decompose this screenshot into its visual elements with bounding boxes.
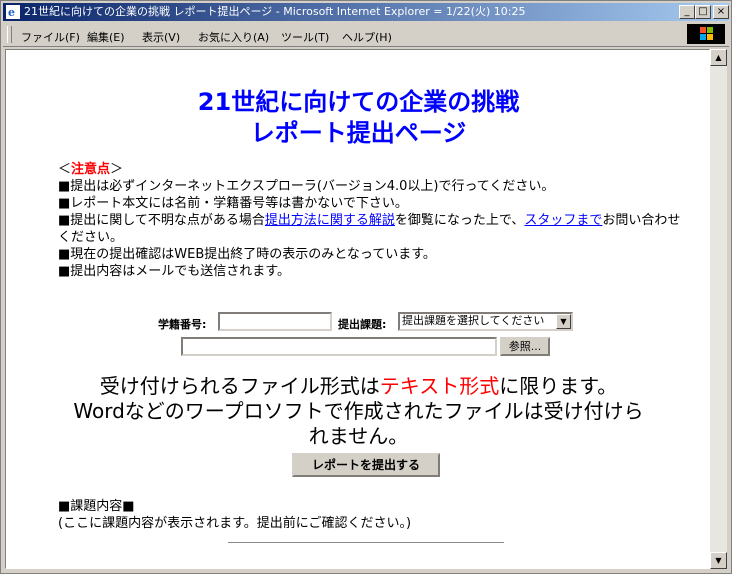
minimize-button[interactable]: _	[679, 5, 695, 19]
minimize-icon: _	[684, 6, 690, 17]
maximize-icon: □	[698, 6, 708, 17]
format-notice-line2: Wordなどのワープロソフトで作成されたファイルは受け付けら	[73, 399, 644, 423]
student-id-label: 学籍番号:	[158, 318, 207, 331]
notice-title-text: 注意点	[71, 162, 111, 177]
menu-tools[interactable]: ツール(T)	[281, 29, 329, 45]
notice-title: ＜注意点＞	[58, 162, 124, 177]
close-button[interactable]: ×	[713, 5, 729, 19]
window-title: 21世紀に向けての企業の挑戦 レポート提出ページ - Microsoft Int…	[24, 5, 526, 18]
notice-line-1: ■提出は必ずインターネットエクスプローラ(バージョン4.0以上)で行ってください…	[58, 179, 555, 194]
menu-help[interactable]: ヘルプ(H)	[342, 29, 392, 45]
file-path-input[interactable]	[181, 337, 497, 356]
assignment-content-text: (ここに課題内容が表示されます。提出前にご確認ください。)	[58, 516, 412, 531]
arrow-up-icon: ▲	[715, 53, 722, 62]
staff-contact-link[interactable]: スタッフまで	[524, 213, 602, 228]
notice-block: ＜注意点＞ ■提出は必ずインターネットエクスプローラ(バージョン4.0以上)で行…	[58, 161, 688, 280]
scroll-down-button[interactable]: ▼	[710, 552, 727, 569]
menu-file[interactable]: ファイル(F)	[21, 29, 80, 45]
format-notice-line1: 受け付けられるファイル形式はテキスト形式に限ります。	[99, 374, 618, 398]
browser-window: e 21世紀に向けての企業の挑戦 レポート提出ページ - Microsoft I…	[0, 0, 732, 574]
menu-favorites[interactable]: お気に入り(A)	[198, 29, 269, 45]
toolbar-grip[interactable]	[7, 26, 12, 43]
internet-explorer-icon: e	[6, 5, 20, 19]
windows-logo-icon	[687, 24, 725, 44]
assignment-label: 提出課題:	[338, 318, 387, 331]
assignment-select-value: 提出課題を選択してください	[402, 314, 545, 327]
maximize-button[interactable]: □	[695, 5, 711, 19]
page-content: 21世紀に向けての企業の挑戦 レポート提出ページ ＜注意点＞ ■提出は必ずインタ…	[5, 49, 710, 569]
vertical-scrollbar[interactable]: ▲ ▼	[710, 49, 727, 569]
format-highlight: テキスト形式	[379, 374, 500, 398]
menu-bar: ファイル(F) 編集(E) 表示(V) お気に入り(A) ツール(T) ヘルプ(…	[3, 23, 729, 47]
student-id-input[interactable]	[218, 312, 332, 331]
page-heading-line2: レポート提出ページ	[250, 119, 467, 147]
arrow-down-icon: ▼	[715, 556, 722, 565]
page-heading-line1: 21世紀に向けての企業の挑戦	[197, 88, 520, 116]
chevron-down-icon[interactable]: ▼	[556, 314, 571, 329]
notice-line-4: ■現在の提出確認はWEB提出終了時の表示のみとなっています。	[58, 247, 436, 262]
scroll-up-button[interactable]: ▲	[710, 49, 727, 66]
notice-line-2: ■レポート本文には名前・学籍番号等は書かないで下さい。	[58, 196, 408, 211]
format-notice-line3: れません。	[308, 424, 409, 448]
divider	[228, 542, 504, 543]
menu-view[interactable]: 表示(V)	[142, 29, 180, 45]
browse-button[interactable]: 参照...	[500, 337, 550, 356]
notice-line-3: ■提出に関して不明な点がある場合提出方法に関する解説を御覧になった上で、スタッフ…	[58, 213, 681, 245]
title-bar: e 21世紀に向けての企業の挑戦 レポート提出ページ - Microsoft I…	[3, 3, 729, 21]
submission-guide-link[interactable]: 提出方法に関する解説	[265, 213, 395, 228]
notice-line-5: ■提出内容はメールでも送信されます。	[58, 264, 290, 279]
menu-edit[interactable]: 編集(E)	[87, 29, 125, 45]
assignment-content-heading: ■課題内容■	[58, 499, 135, 514]
svg-text:e: e	[8, 6, 15, 19]
close-icon: ×	[716, 6, 726, 17]
submit-report-button[interactable]: レポートを提出する	[292, 453, 440, 477]
assignment-select[interactable]: 提出課題を選択してください ▼	[398, 312, 573, 331]
